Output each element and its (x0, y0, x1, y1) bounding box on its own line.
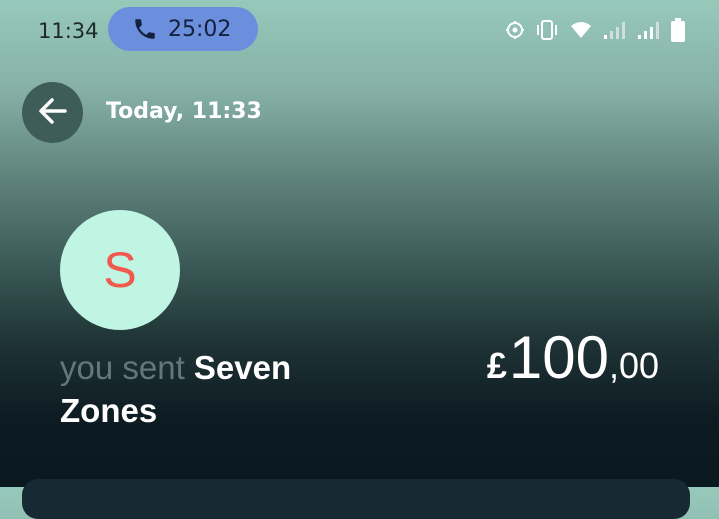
battery-icon (671, 18, 685, 42)
transaction-amount: £ 100 ,00 (487, 328, 659, 388)
status-icons (505, 17, 685, 43)
ongoing-call-pill[interactable]: 25:02 (108, 7, 258, 51)
back-button[interactable] (22, 82, 83, 143)
call-phone-icon (132, 16, 158, 42)
vibrate-icon (535, 19, 559, 41)
signal-weak-icon (603, 20, 627, 40)
location-icon (505, 20, 525, 40)
avatar-initial: S (103, 242, 137, 298)
transaction-description: you sent Seven Zones (60, 346, 390, 432)
avatar: S (60, 210, 180, 330)
amount-whole: 100 (508, 324, 609, 391)
arrow-left-icon (37, 95, 69, 131)
wifi-icon (569, 20, 593, 40)
call-timer: 25:02 (168, 16, 232, 42)
details-card (22, 479, 690, 519)
amount-decimal: ,00 (608, 345, 659, 386)
currency-symbol: £ (486, 345, 507, 386)
description-prefix: you sent (60, 349, 185, 386)
signal-icon (637, 20, 661, 40)
transaction-date: Today, 11:33 (106, 99, 262, 124)
status-time: 11:34 (38, 19, 99, 43)
